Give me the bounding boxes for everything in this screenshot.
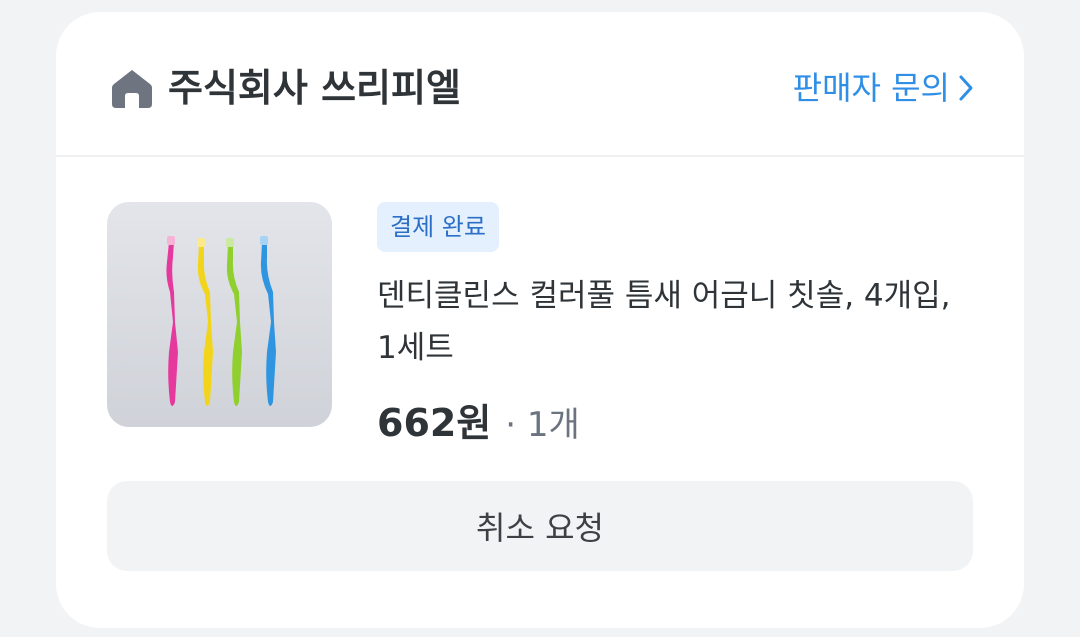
chevron-right-icon xyxy=(959,75,973,101)
product-name[interactable]: 덴티클린스 컬러풀 틈새 어금니 칫솔, 4개입, 1세트 xyxy=(377,270,977,374)
status-badge: 결제 완료 xyxy=(377,202,499,252)
product-thumbnail[interactable] xyxy=(107,202,332,427)
cancel-request-button[interactable]: 취소 요청 xyxy=(107,481,973,571)
toothbrush-pink xyxy=(166,236,178,406)
price-row: 662원 · 1개 xyxy=(377,392,580,447)
store-home-icon xyxy=(112,70,152,108)
seller-inquiry-link[interactable]: 판매자 문의 xyxy=(793,64,974,112)
product-price: 662원 xyxy=(377,401,492,445)
store-header: 주식회사 쓰리피엘 판매자 문의 xyxy=(56,12,1024,157)
toothbrush-blue xyxy=(260,236,276,406)
seller-inquiry-label: 판매자 문의 xyxy=(792,69,950,107)
store-name[interactable]: 주식회사 쓰리피엘 xyxy=(168,62,461,114)
toothbrush-green xyxy=(226,238,242,406)
product-quantity: · 1개 xyxy=(505,405,580,445)
order-card: 주식회사 쓰리피엘 판매자 문의 결제 완료 덴티클린스 컬러풀 틈새 어금니 … xyxy=(56,12,1024,628)
toothbrush-yellow xyxy=(197,238,213,406)
toothbrush-product-image xyxy=(166,236,276,406)
